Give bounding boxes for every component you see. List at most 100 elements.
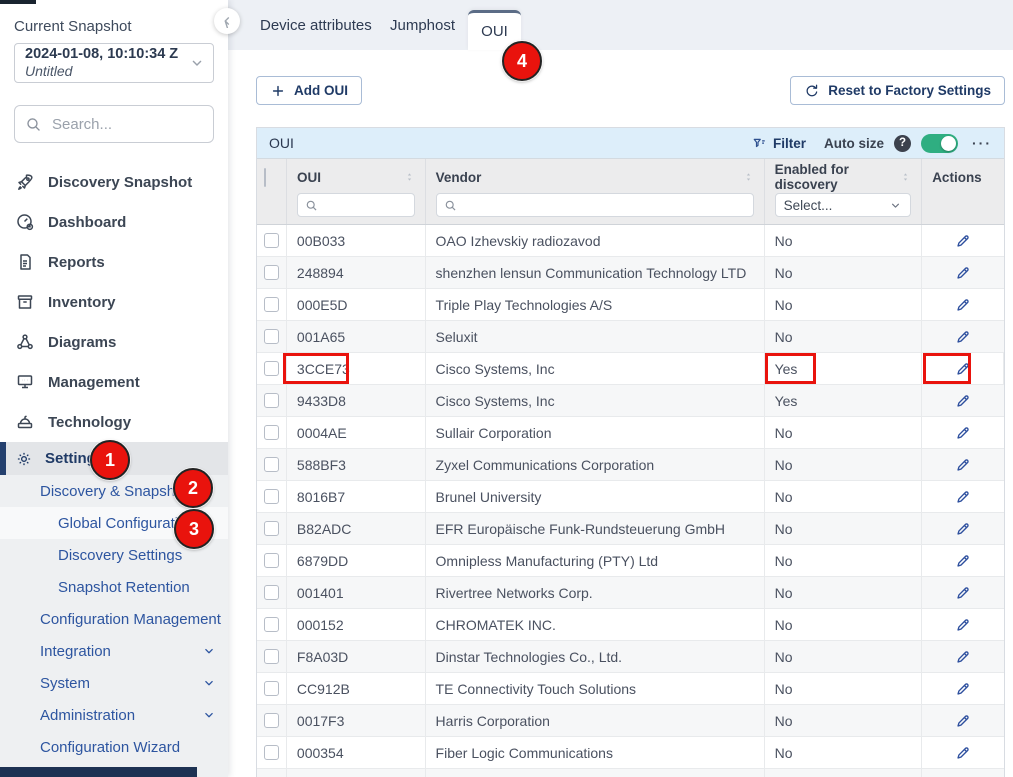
enabled-column-sort[interactable]: Enabled for discovery: [775, 167, 912, 187]
table-row: F8A03D Dinstar Technologies Co., Ltd. No: [257, 641, 1004, 673]
search-icon: [444, 199, 457, 212]
oui-cell: 000152: [287, 609, 426, 640]
sidebar-nav-item[interactable]: Dashboard: [0, 202, 228, 242]
sidebar-nav-item[interactable]: Technology: [0, 402, 228, 442]
edit-pencil-icon[interactable]: [954, 360, 972, 378]
edit-pencil-icon[interactable]: [954, 392, 972, 410]
sidebar-nav-item[interactable]: Diagrams: [0, 322, 228, 362]
edit-pencil-icon[interactable]: [954, 584, 972, 602]
oui-cell: 001A65: [287, 321, 426, 352]
question-icon[interactable]: ?: [894, 135, 911, 152]
sidebar-nav-item[interactable]: Reports: [0, 242, 228, 282]
annotation-badge-1: 1: [90, 440, 130, 480]
edit-pencil-icon[interactable]: [954, 296, 972, 314]
edit-pencil-icon[interactable]: [954, 552, 972, 570]
row-checkbox[interactable]: [264, 265, 279, 280]
edit-pencil-icon[interactable]: [954, 424, 972, 442]
sidebar-nav-item[interactable]: Management: [0, 362, 228, 402]
diagram-icon: [15, 332, 35, 352]
sidebar-top: Current Snapshot 2024-01-08, 10:10:34 Z …: [0, 0, 228, 143]
row-checkbox[interactable]: [264, 521, 279, 536]
oui-search-input[interactable]: [324, 197, 407, 214]
edit-pencil-icon[interactable]: [954, 456, 972, 474]
edit-pencil-icon[interactable]: [954, 328, 972, 346]
row-checkbox-cell: [257, 705, 287, 736]
row-checkbox-cell: [257, 545, 287, 576]
chevron-down-icon: [202, 708, 216, 722]
actions-cell: [922, 609, 1004, 640]
search-input[interactable]: [50, 115, 203, 134]
sidebar-nav-label: Diagrams: [48, 334, 116, 351]
enabled-filter-select[interactable]: Select...: [775, 193, 912, 217]
reset-factory-button[interactable]: Reset to Factory Settings: [790, 76, 1005, 105]
select-all-checkbox[interactable]: [264, 168, 266, 187]
settings-submenu-item[interactable]: Integration: [0, 635, 228, 667]
edit-pencil-icon[interactable]: [954, 648, 972, 666]
row-checkbox-cell: [257, 737, 287, 768]
actions-cell: [922, 353, 1004, 384]
row-checkbox[interactable]: [264, 617, 279, 632]
table-row: 588BF3 Zyxel Communications Corporation …: [257, 449, 1004, 481]
settings-submenu-item[interactable]: System: [0, 667, 228, 699]
corner-strip: [0, 0, 36, 4]
vendor-column-sort[interactable]: Vendor: [436, 167, 754, 187]
settings-submenu-item[interactable]: Snapshot Retention: [0, 571, 228, 603]
row-checkbox[interactable]: [264, 425, 279, 440]
actions-cell: [922, 641, 1004, 672]
edit-pencil-icon[interactable]: [954, 680, 972, 698]
enabled-cell: No: [765, 257, 923, 288]
autosize-toggle[interactable]: [921, 134, 958, 153]
enabled-cell: No: [765, 417, 923, 448]
oui-column-search: [297, 193, 415, 217]
edit-pencil-icon[interactable]: [954, 712, 972, 730]
sidebar-nav-item[interactable]: Discovery Snapshot: [0, 162, 228, 202]
edit-pencil-icon[interactable]: [954, 264, 972, 282]
row-checkbox[interactable]: [264, 457, 279, 472]
enabled-cell: No: [765, 289, 923, 320]
row-checkbox[interactable]: [264, 361, 279, 376]
reset-factory-label: Reset to Factory Settings: [828, 83, 991, 98]
vendor-cell: Cisco Systems, Inc: [426, 385, 765, 416]
select-placeholder: Select...: [784, 198, 833, 213]
tab-device-attributes[interactable]: Device attributes: [260, 0, 372, 50]
settings-submenu-item[interactable]: Configuration Wizard: [0, 731, 228, 763]
vendor-cell: Dinstar Technologies Co., Ltd.: [426, 641, 765, 672]
settings-submenu-label: Snapshot Retention: [58, 579, 190, 596]
vendor-cell: OAO Izhevskiy radiozavod: [426, 225, 765, 256]
row-checkbox[interactable]: [264, 297, 279, 312]
table-row: 8016B7 Brunel University No: [257, 481, 1004, 513]
edit-pencil-icon[interactable]: [954, 616, 972, 634]
refresh-icon: [804, 83, 820, 99]
add-oui-button[interactable]: Add OUI: [256, 76, 362, 105]
edit-pencil-icon[interactable]: [954, 232, 972, 250]
edit-pencil-icon[interactable]: [954, 520, 972, 538]
tab-jumphost[interactable]: Jumphost: [390, 0, 455, 50]
row-checkbox[interactable]: [264, 681, 279, 696]
row-checkbox[interactable]: [264, 489, 279, 504]
row-checkbox[interactable]: [264, 233, 279, 248]
vendor-search-input[interactable]: [463, 197, 746, 214]
enabled-column-label: Enabled for discovery: [775, 162, 901, 192]
settings-submenu-label: Administration: [40, 707, 135, 724]
filter-button[interactable]: Filter: [752, 136, 806, 151]
table-row: 000E5D Triple Play Technologies A/S No: [257, 289, 1004, 321]
row-checkbox[interactable]: [264, 393, 279, 408]
row-checkbox[interactable]: [264, 713, 279, 728]
oui-column-sort[interactable]: OUI: [297, 167, 415, 187]
row-checkbox[interactable]: [264, 649, 279, 664]
snapshot-dropdown[interactable]: 2024-01-08, 10:10:34 Z Untitled: [14, 43, 214, 83]
settings-submenu-item[interactable]: Configuration Management: [0, 603, 228, 635]
oui-cell: 588BF3: [287, 449, 426, 480]
row-checkbox[interactable]: [264, 585, 279, 600]
sidebar-nav-item[interactable]: Inventory: [0, 282, 228, 322]
row-checkbox-cell: [257, 321, 287, 352]
row-checkbox[interactable]: [264, 553, 279, 568]
edit-pencil-icon[interactable]: [954, 488, 972, 506]
sidebar-collapse-button[interactable]: [214, 8, 240, 34]
ellipsis-icon[interactable]: ···: [972, 135, 992, 151]
row-checkbox[interactable]: [264, 329, 279, 344]
edit-pencil-icon[interactable]: [954, 744, 972, 762]
row-checkbox[interactable]: [264, 745, 279, 760]
settings-submenu-item[interactable]: Administration: [0, 699, 228, 731]
vendor-cell: [426, 769, 765, 777]
